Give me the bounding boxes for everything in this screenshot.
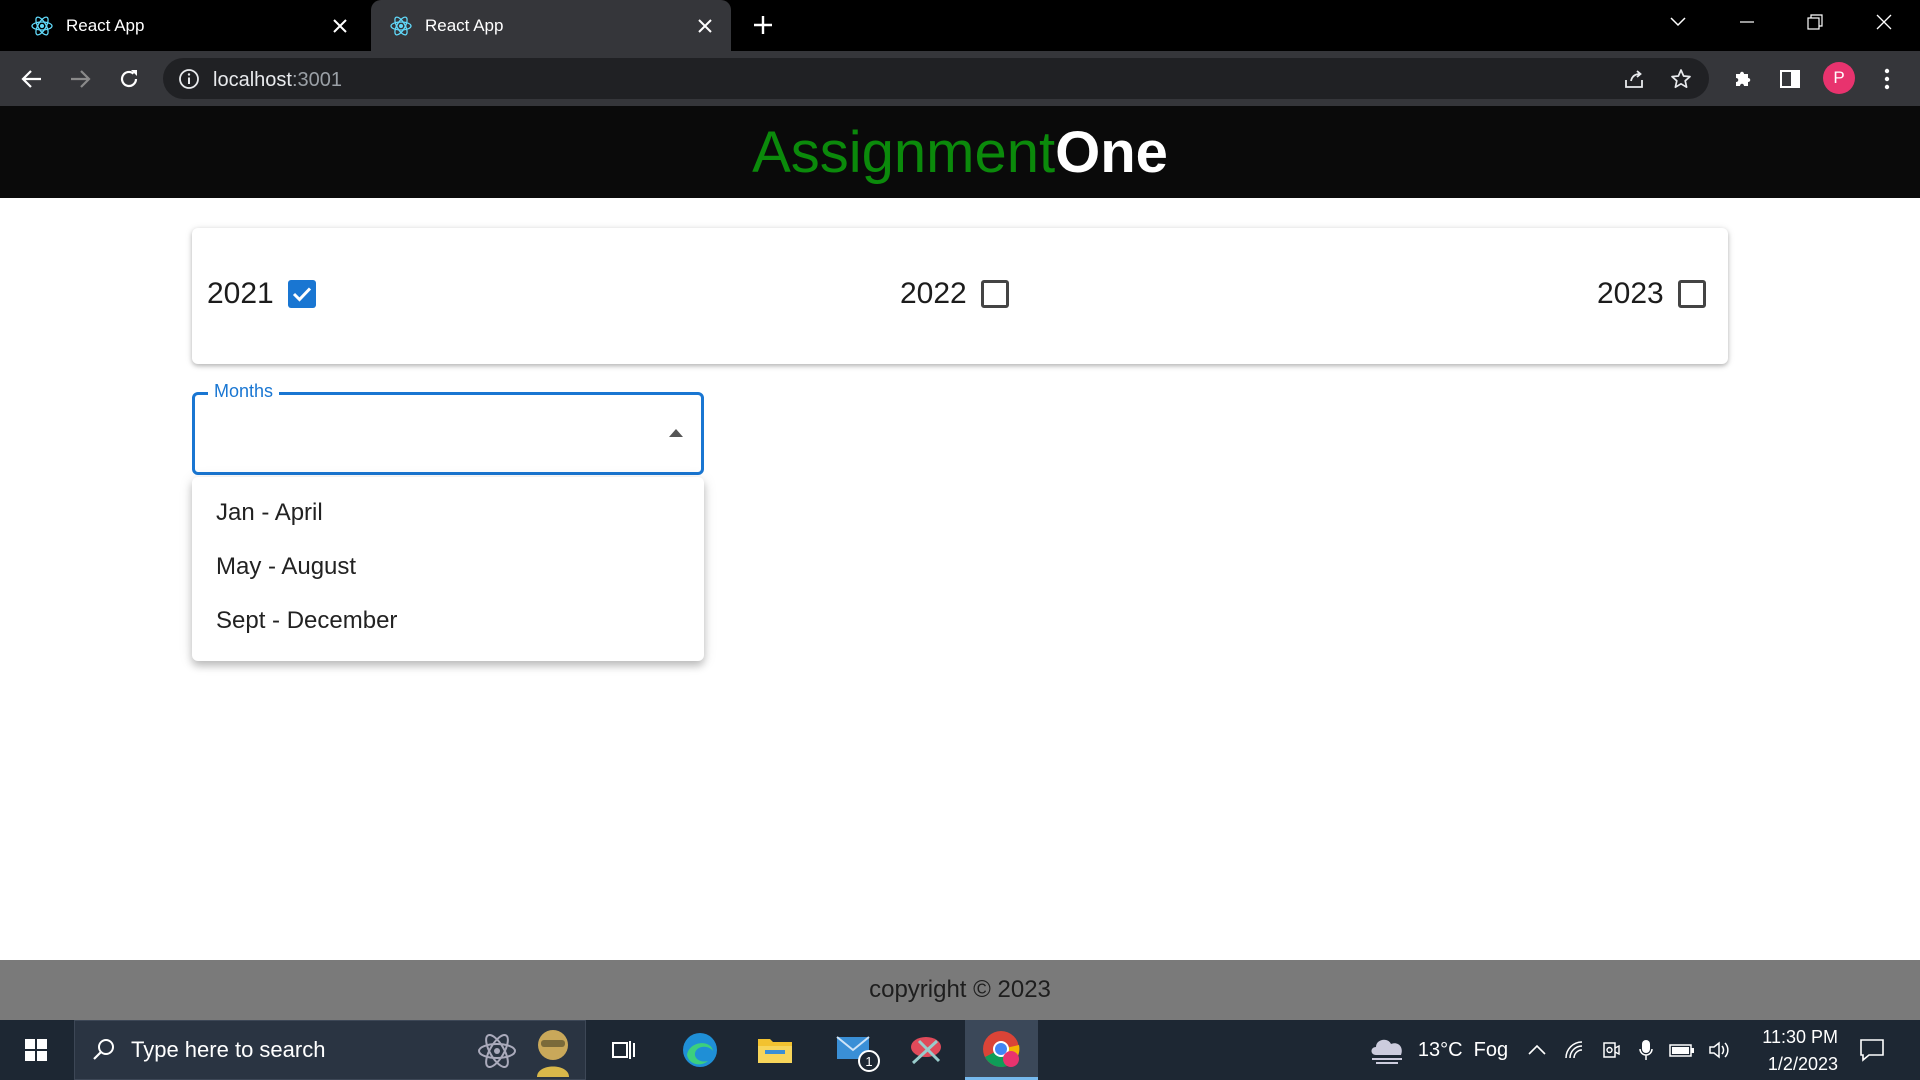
mail-badge: 1: [858, 1050, 880, 1072]
page-footer: copyright © 2023: [0, 960, 1920, 1020]
start-button[interactable]: [0, 1020, 72, 1080]
browser-tab-bar: React App React App: [0, 0, 1920, 51]
year-option-2021[interactable]: 2021: [207, 277, 316, 311]
clock-date: 1/2/2023: [1767, 1054, 1838, 1074]
minimize-button[interactable]: [1713, 0, 1781, 44]
windows-taskbar: Type here to search 1 13°C Fog 11:30 PM …: [0, 1020, 1920, 1080]
app-header: Assignment One: [0, 106, 1920, 198]
menu-item-jan-april[interactable]: Jan - April: [192, 486, 704, 540]
close-icon[interactable]: [691, 12, 719, 40]
reload-button[interactable]: [110, 60, 148, 98]
chevron-down-icon: [1670, 17, 1686, 27]
react-icon: [390, 15, 412, 36]
menu-item-sept-december[interactable]: Sept - December: [192, 594, 704, 648]
year-label: 2023: [1597, 277, 1664, 310]
weather-widget[interactable]: 13°C Fog: [1358, 1020, 1518, 1080]
microphone-icon[interactable]: [1632, 1020, 1660, 1080]
checkbox-checked[interactable]: [287, 280, 316, 308]
bookmark-star-icon[interactable]: [1668, 66, 1694, 92]
year-option-2022[interactable]: 2022: [900, 277, 1009, 311]
address-bar[interactable]: localhost:3001: [163, 58, 1709, 99]
search-icon: [93, 1039, 114, 1060]
checkbox-unchecked[interactable]: [980, 280, 1009, 308]
url-port: :3001: [291, 69, 342, 91]
folder-icon: [758, 1039, 792, 1063]
arrow-right-icon: [71, 70, 91, 88]
task-view-button[interactable]: [598, 1020, 650, 1080]
browser-tab-2[interactable]: React App: [371, 0, 731, 51]
side-panel-icon: [1780, 70, 1800, 88]
extensions-button[interactable]: [1724, 60, 1762, 98]
tab-title: React App: [66, 15, 145, 35]
chrome-icon: [983, 1031, 1020, 1067]
months-select-label: Months: [208, 381, 280, 402]
copyright-text: copyright © 2023: [869, 976, 1051, 1003]
weather-text: 13°C Fog: [1417, 1038, 1509, 1061]
check-icon: [292, 287, 311, 302]
back-button[interactable]: [13, 60, 51, 98]
mail-app[interactable]: 1: [826, 1020, 884, 1080]
minimize-icon: [1740, 21, 1754, 23]
year-label: 2022: [900, 277, 967, 310]
profile-avatar[interactable]: P: [1823, 62, 1855, 94]
file-explorer-app[interactable]: [749, 1020, 801, 1080]
edge-icon: [683, 1033, 717, 1067]
restore-button[interactable]: [1781, 0, 1849, 44]
year-label: 2021: [207, 277, 274, 310]
year-filter-card: 2021 2022 2023: [192, 228, 1728, 364]
show-hidden-icons-button[interactable]: [1522, 1020, 1552, 1080]
browser-tab-1[interactable]: React App: [12, 0, 366, 51]
atom-icon: [478, 1034, 516, 1068]
share-icon[interactable]: [1621, 66, 1647, 92]
info-icon[interactable]: [177, 67, 201, 91]
task-view-icon: [612, 1041, 635, 1059]
plus-icon: [754, 16, 772, 34]
chrome-app[interactable]: [965, 1020, 1038, 1080]
notification-icon: [1860, 1039, 1884, 1062]
snip-icon: [911, 1037, 941, 1065]
taskbar-search[interactable]: Type here to search: [74, 1020, 586, 1080]
tab-title: React App: [425, 15, 504, 35]
forward-button[interactable]: [61, 60, 99, 98]
checkbox-unchecked[interactable]: [1677, 280, 1706, 308]
puzzle-icon: [1736, 71, 1751, 86]
system-clock[interactable]: 11:30 PM 1/2/2023: [1738, 1024, 1838, 1078]
chevron-up-icon: [1528, 1044, 1546, 1055]
search-placeholder: Type here to search: [131, 1037, 326, 1062]
url-host: localhost: [213, 69, 292, 91]
react-icon: [31, 15, 53, 36]
reload-icon: [120, 70, 138, 88]
network-icon[interactable]: [1560, 1020, 1590, 1080]
caret-up-icon[interactable]: [669, 429, 683, 437]
meet-now-icon[interactable]: [1596, 1020, 1626, 1080]
volume-icon[interactable]: [1704, 1020, 1734, 1080]
arrow-left-icon: [21, 70, 41, 88]
battery-icon[interactable]: [1666, 1020, 1698, 1080]
menu-button[interactable]: [1868, 60, 1906, 98]
menu-item-may-august[interactable]: May - August: [192, 540, 704, 594]
close-icon: [1876, 14, 1892, 30]
url-text: localhost:3001: [213, 69, 342, 92]
app-title-part1: Assignment: [752, 119, 1056, 185]
edge-app[interactable]: [674, 1020, 726, 1080]
restore-icon: [1807, 14, 1823, 30]
windows-logo-icon: [25, 1039, 47, 1061]
months-select[interactable]: Months: [192, 381, 704, 475]
snipping-tool-app[interactable]: [900, 1020, 952, 1080]
notifications-button[interactable]: [1846, 1020, 1898, 1080]
year-option-2023[interactable]: 2023: [1597, 277, 1706, 311]
months-dropdown-menu: Jan - April May - August Sept - December: [192, 477, 704, 661]
clock-time: 11:30 PM: [1762, 1027, 1838, 1047]
browser-toolbar: localhost:3001 P: [0, 51, 1920, 106]
new-tab-button[interactable]: [745, 9, 781, 41]
fog-cloud-icon: [1371, 1039, 1402, 1064]
side-panel-button[interactable]: [1771, 60, 1809, 98]
app-title-part2: One: [1055, 119, 1168, 185]
tab-search-button[interactable]: [1644, 0, 1712, 44]
kebab-menu-icon: [1884, 68, 1890, 90]
close-icon[interactable]: [326, 12, 354, 40]
scientist-icon: [537, 1030, 569, 1077]
close-window-button[interactable]: [1850, 0, 1918, 44]
